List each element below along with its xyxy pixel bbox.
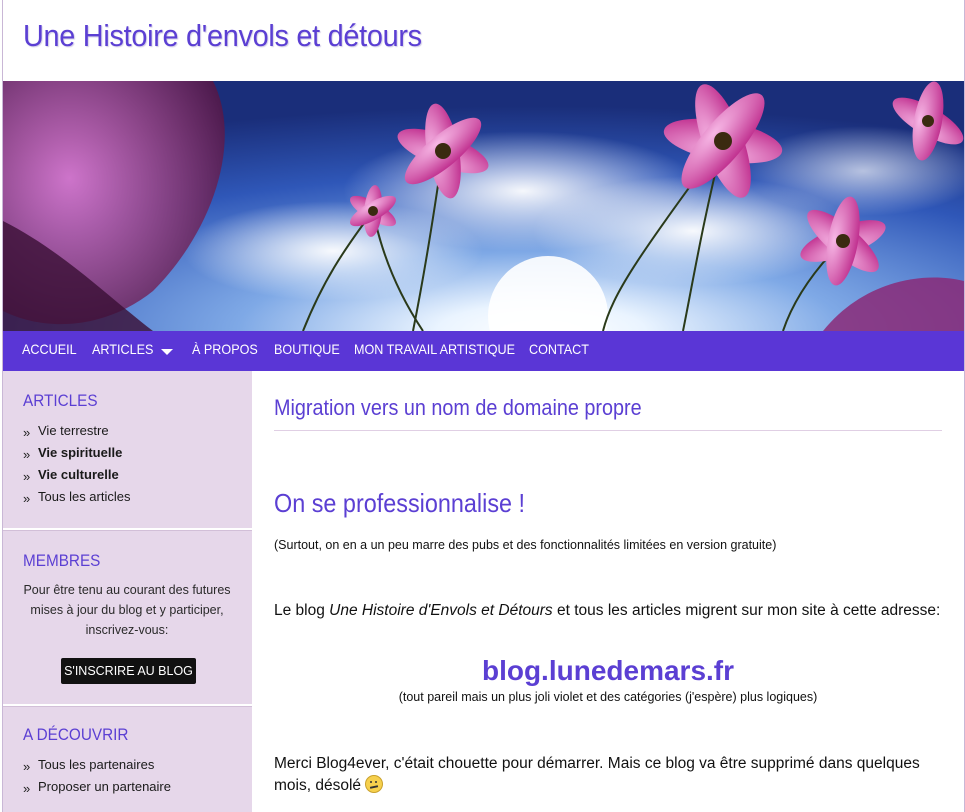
- nav-item-boutique[interactable]: BOUTIQUE: [274, 341, 340, 357]
- double-chevron-right-icon: »: [23, 781, 31, 796]
- new-blog-link[interactable]: blog.lunedemars.fr: [274, 655, 942, 687]
- sidebar-membres-text: Pour être tenu au courant des futures mi…: [23, 583, 231, 637]
- sidebar-divider: [3, 704, 252, 706]
- sidebar-articles-title: ARTICLES: [23, 391, 98, 410]
- sidebar-item-label[interactable]: Vie culturelle: [38, 467, 119, 482]
- double-chevron-right-icon: »: [23, 447, 31, 462]
- post-title[interactable]: Migration vers un nom de domaine propre: [274, 395, 642, 421]
- double-chevron-right-icon: »: [23, 469, 31, 484]
- header-banner-image: [3, 81, 964, 331]
- main-navigation: ACCUEIL ARTICLES À PROPOS BOUTIQUE MON T…: [3, 331, 964, 371]
- link-note: (tout pareil mais un plus joli violet et…: [398, 690, 818, 704]
- nav-item-mon-travail-artistique[interactable]: MON TRAVAIL ARTISTIQUE: [354, 341, 515, 357]
- caret-down-icon[interactable]: [161, 349, 173, 355]
- sidebar-item-label[interactable]: Vie spirituelle: [38, 445, 122, 460]
- nav-item-a-propos[interactable]: À PROPOS: [192, 341, 258, 357]
- confused-face-icon: [365, 775, 384, 793]
- subscribe-button[interactable]: S'INSCRIRE AU BLOG: [61, 658, 196, 684]
- sidebar-item-label[interactable]: Tous les articles: [38, 489, 130, 504]
- double-chevron-right-icon: »: [23, 759, 31, 774]
- site-title[interactable]: Une Histoire d'envols et détours: [23, 18, 422, 54]
- post-subnote: (Surtout, on en a un peu marre des pubs …: [274, 538, 777, 552]
- sidebar-decouvrir-title: A DÉCOUVRIR: [23, 725, 129, 744]
- sidebar-divider: [3, 528, 252, 530]
- post-heading: On se professionnalise !: [274, 488, 526, 518]
- sidebar-item-label[interactable]: Proposer un partenaire: [38, 779, 171, 794]
- double-chevron-right-icon: »: [23, 425, 31, 440]
- closing-paragraph: Merci Blog4ever, c'était chouette pour d…: [274, 753, 942, 797]
- sidebar: ARTICLES » Vie terrestre » Vie spirituel…: [3, 371, 252, 812]
- nav-item-contact[interactable]: CONTACT: [529, 341, 589, 357]
- para-text: Le blog: [274, 602, 330, 619]
- nav-item-accueil[interactable]: ACCUEIL: [22, 341, 77, 357]
- sidebar-item-label[interactable]: Tous les partenaires: [38, 757, 154, 772]
- blog-name: Une Histoire d'Envols et Détours: [329, 602, 553, 619]
- double-chevron-right-icon: »: [23, 491, 31, 506]
- nav-item-articles[interactable]: ARTICLES: [92, 341, 153, 357]
- sidebar-membres-title: MEMBRES: [23, 551, 101, 570]
- title-divider: [274, 430, 942, 431]
- main-content: Migration vers un nom de domaine propre …: [274, 371, 944, 812]
- page-frame: Une Histoire d'envols et détours ACCUEIL…: [2, 0, 965, 812]
- post-paragraph: Le blog Une Histoire d'Envols et Détours…: [274, 601, 942, 620]
- para-text: et tous les articles migrent sur mon sit…: [552, 602, 941, 619]
- sidebar-item-label[interactable]: Vie terrestre: [38, 423, 109, 438]
